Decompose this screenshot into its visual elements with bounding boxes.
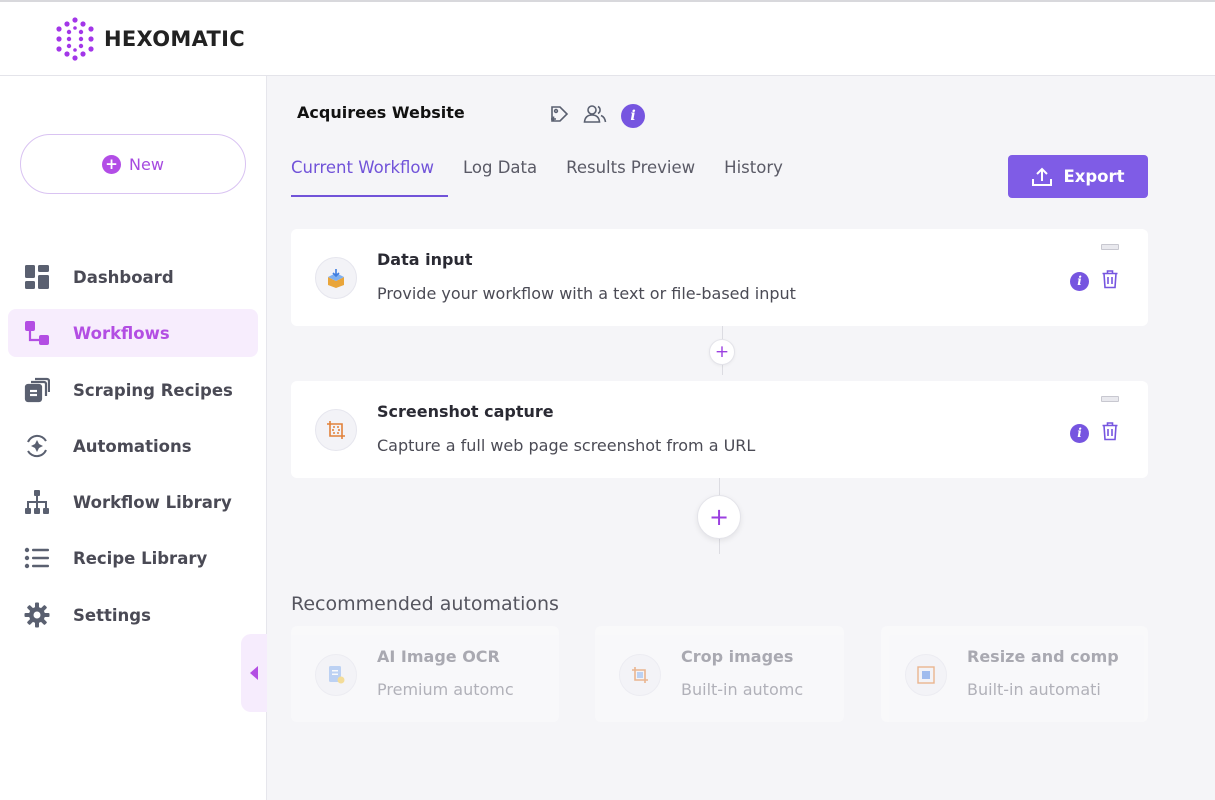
sidebar-item-label: Settings [73,605,151,625]
recommended-card-title: AI Image OCR [377,647,500,666]
recommended-card[interactable]: Crop images Built-in automc [595,626,844,722]
add-step-button[interactable]: + [709,339,735,365]
recommended-card-subtitle: Premium automc [377,680,514,699]
workflow-tabs: Current Workflow Log Data Results Previe… [291,158,812,197]
hexomatic-logo-icon [56,17,94,61]
tab-log-data[interactable]: Log Data [463,158,551,197]
info-icon[interactable]: i [621,104,645,128]
sidebar: + New Dashboard Workflows Scraping Recip… [0,76,267,800]
sidebar-item-label: Workflows [73,323,170,343]
top-bar: HEXOMATIC [0,0,1215,76]
data-input-icon [315,257,357,299]
sidebar-item-label: Scraping Recipes [73,380,233,400]
crop-icon [619,654,661,696]
workflow-step-card[interactable]: Screenshot capture Capture a full web pa… [291,381,1148,478]
brand-name: HEXOMATIC [104,27,245,51]
recommended-card[interactable]: Resize and comp Built-in automati [881,626,1148,722]
workflows-icon [22,318,52,348]
recommended-card-title: Crop images [681,647,794,666]
sidebar-item-automations[interactable]: Automations [8,422,258,470]
recommended-card-title: Resize and comp [967,647,1119,666]
resize-icon [905,654,947,696]
new-button-label: New [129,154,164,174]
tag-icon[interactable] [549,104,569,128]
upload-icon [1032,167,1053,186]
tab-current-workflow[interactable]: Current Workflow [291,158,448,197]
gear-icon [22,600,52,630]
sidebar-item-scraping-recipes[interactable]: Scraping Recipes [8,366,258,414]
export-button-label: Export [1063,167,1125,186]
crop-frame-icon [315,409,357,451]
sidebar-item-settings[interactable]: Settings [8,591,258,639]
info-icon[interactable]: i [1070,423,1089,443]
chevron-left-icon [250,666,258,680]
logo[interactable]: HEXOMATIC [52,16,245,62]
sidebar-item-recipe-library[interactable]: Recipe Library [8,534,258,582]
sidebar-item-label: Recipe Library [73,548,208,568]
recommended-card-subtitle: Built-in automc [681,680,804,699]
trash-icon[interactable] [1101,269,1119,293]
workflow-library-icon [22,487,52,517]
step-actions: i [1070,269,1119,293]
minimize-icon[interactable] [1101,396,1119,402]
sidebar-item-dashboard[interactable]: Dashboard [8,253,258,301]
export-button[interactable]: Export [1008,155,1148,198]
step-description: Provide your workflow with a text or fil… [377,284,796,303]
ocr-icon [315,654,357,696]
sidebar-item-label: Automations [73,436,192,456]
dashboard-icon [22,262,52,292]
add-step-button[interactable]: + [697,495,741,539]
recipe-library-icon [22,543,52,573]
share-users-icon[interactable] [583,104,607,128]
sidebar-item-label: Workflow Library [73,492,232,512]
plus-circle-icon: + [102,154,122,174]
recommended-card[interactable]: AI Image OCR Premium automc [291,626,559,722]
step-title: Screenshot capture [377,402,554,421]
step-description: Capture a full web page screenshot from … [377,436,756,455]
tab-history[interactable]: History [724,158,797,197]
automations-icon [22,431,52,461]
workflow-step-card[interactable]: Data input Provide your workflow with a … [291,229,1148,326]
step-title: Data input [377,250,473,269]
sidebar-item-workflows[interactable]: Workflows [8,309,258,357]
minimize-icon[interactable] [1101,244,1119,250]
sidebar-collapse-toggle[interactable] [241,634,267,712]
recommended-card-subtitle: Built-in automati [967,680,1101,699]
trash-icon[interactable] [1101,421,1119,445]
scraping-recipes-icon [22,375,52,405]
workflow-title[interactable]: Acquirees Website [297,103,465,122]
step-actions: i [1070,421,1119,445]
recommended-title: Recommended automations [291,593,559,615]
sidebar-item-workflow-library[interactable]: Workflow Library [8,478,258,526]
workflow-title-actions: i [549,104,645,128]
info-icon[interactable]: i [1070,271,1089,291]
sidebar-item-label: Dashboard [73,267,174,287]
main-content: Acquirees Website i Current Workflow Log… [267,76,1215,800]
new-button[interactable]: + New [20,134,246,194]
tab-results-preview[interactable]: Results Preview [566,158,709,197]
